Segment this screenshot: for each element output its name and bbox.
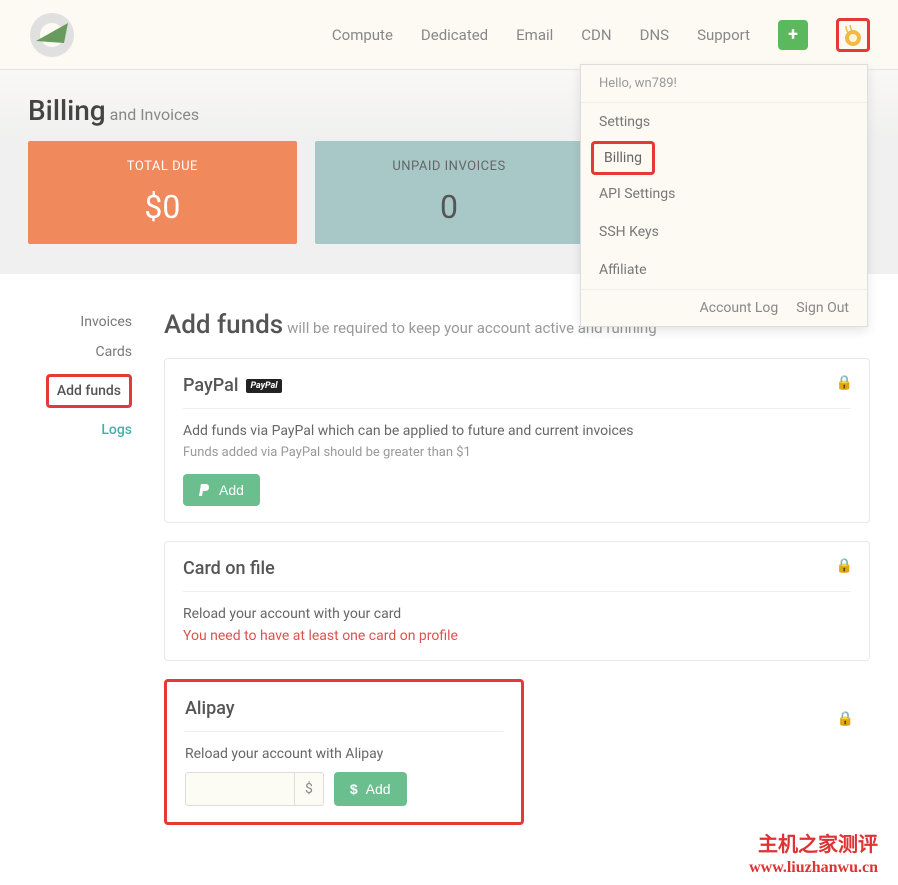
paypal-text: Add funds via PayPal which can be applie…: [183, 423, 851, 439]
lock-icon: 🔒: [837, 711, 854, 727]
panel-alipay-title: Alipay: [185, 698, 503, 732]
stat-unpaid-label: UNPAID INVOICES: [333, 159, 566, 174]
dropdown-footer: Account Log Sign Out: [581, 289, 867, 326]
dropdown-ssh-keys[interactable]: SSH Keys: [581, 213, 867, 251]
dropdown-settings[interactable]: Settings: [581, 103, 867, 141]
stat-total-due[interactable]: TOTAL DUE $0: [28, 141, 297, 244]
panel-paypal: 🔒 PayPal PayPal Add funds via PayPal whi…: [164, 358, 870, 523]
nav-support[interactable]: Support: [697, 26, 750, 44]
alipay-amount-wrap: $: [185, 772, 324, 806]
paypal-title-text: PayPal: [183, 375, 238, 396]
alipay-add-label: Add: [366, 781, 391, 797]
sidebar-item-cards[interactable]: Cards: [28, 344, 132, 360]
paypal-note: Funds added via PayPal should be greater…: [183, 445, 851, 460]
logo[interactable]: [28, 11, 76, 59]
sidebar-item-invoices[interactable]: Invoices: [28, 314, 132, 330]
user-menu-trigger[interactable]: [836, 18, 870, 52]
stat-total-due-value: $0: [46, 188, 279, 226]
paypal-p-icon: [199, 483, 211, 497]
lock-icon: 🔒: [836, 558, 853, 574]
dropdown-account-log[interactable]: Account Log: [700, 300, 779, 316]
paypal-add-label: Add: [219, 482, 244, 498]
panel-paypal-title: PayPal PayPal: [183, 375, 851, 409]
add-button[interactable]: +: [778, 20, 808, 50]
card-text: Reload your account with your card: [183, 606, 851, 622]
nav: Compute Dedicated Email CDN DNS Support …: [332, 18, 870, 52]
paypal-badge-icon: PayPal: [246, 379, 281, 393]
stat-total-due-label: TOTAL DUE: [46, 159, 279, 174]
watermark: 主机之家测评 www.liuzhanwu.cn: [749, 832, 878, 879]
content: Invoices Cards Add funds Logs Add funds …: [0, 274, 898, 885]
stat-unpaid-invoices[interactable]: UNPAID INVOICES 0: [315, 141, 584, 244]
dropdown-billing[interactable]: Billing: [591, 141, 655, 175]
user-dropdown: Hello, wn789! Settings Billing API Setti…: [580, 64, 868, 327]
lock-icon: 🔒: [836, 375, 853, 391]
topbar: Compute Dedicated Email CDN DNS Support …: [0, 0, 898, 70]
stat-unpaid-value: 0: [333, 188, 566, 226]
alipay-add-button[interactable]: $ Add: [334, 772, 407, 806]
nav-email[interactable]: Email: [516, 26, 553, 44]
snail-icon: [840, 22, 866, 48]
sidebar-item-logs[interactable]: Logs: [28, 422, 132, 438]
card-error: You need to have at least one card on pr…: [183, 628, 851, 644]
dollar-icon: $: [350, 781, 358, 797]
currency-symbol: $: [294, 773, 323, 805]
alipay-input-group: $ $ Add: [185, 772, 503, 806]
paypal-add-button[interactable]: Add: [183, 474, 260, 506]
dropdown-greeting: Hello, wn789!: [581, 65, 867, 103]
nav-compute[interactable]: Compute: [332, 26, 393, 44]
main: Add funds will be required to keep your …: [164, 310, 870, 825]
alipay-text: Reload your account with Alipay: [185, 746, 503, 762]
alipay-amount-input[interactable]: [186, 773, 294, 805]
dropdown-api-settings[interactable]: API Settings: [581, 175, 867, 213]
section-title: Add funds: [164, 310, 283, 340]
watermark-zh: 主机之家测评: [749, 832, 878, 858]
dropdown-affiliate[interactable]: Affiliate: [581, 251, 867, 289]
page-title: Billing: [28, 94, 106, 127]
panel-card-title: Card on file: [183, 558, 851, 592]
panel-card-on-file: 🔒 Card on file Reload your account with …: [164, 541, 870, 661]
dropdown-sign-out[interactable]: Sign Out: [796, 300, 849, 316]
nav-cdn[interactable]: CDN: [581, 26, 611, 44]
panel-alipay: Alipay Reload your account with Alipay $…: [164, 679, 524, 825]
nav-dedicated[interactable]: Dedicated: [421, 26, 488, 44]
nav-dns[interactable]: DNS: [640, 26, 669, 44]
page-subtitle: and Invoices: [110, 105, 199, 124]
watermark-url: www.liuzhanwu.cn: [749, 858, 878, 879]
sidebar-item-add-funds[interactable]: Add funds: [46, 374, 132, 408]
sidebar: Invoices Cards Add funds Logs: [28, 310, 132, 825]
